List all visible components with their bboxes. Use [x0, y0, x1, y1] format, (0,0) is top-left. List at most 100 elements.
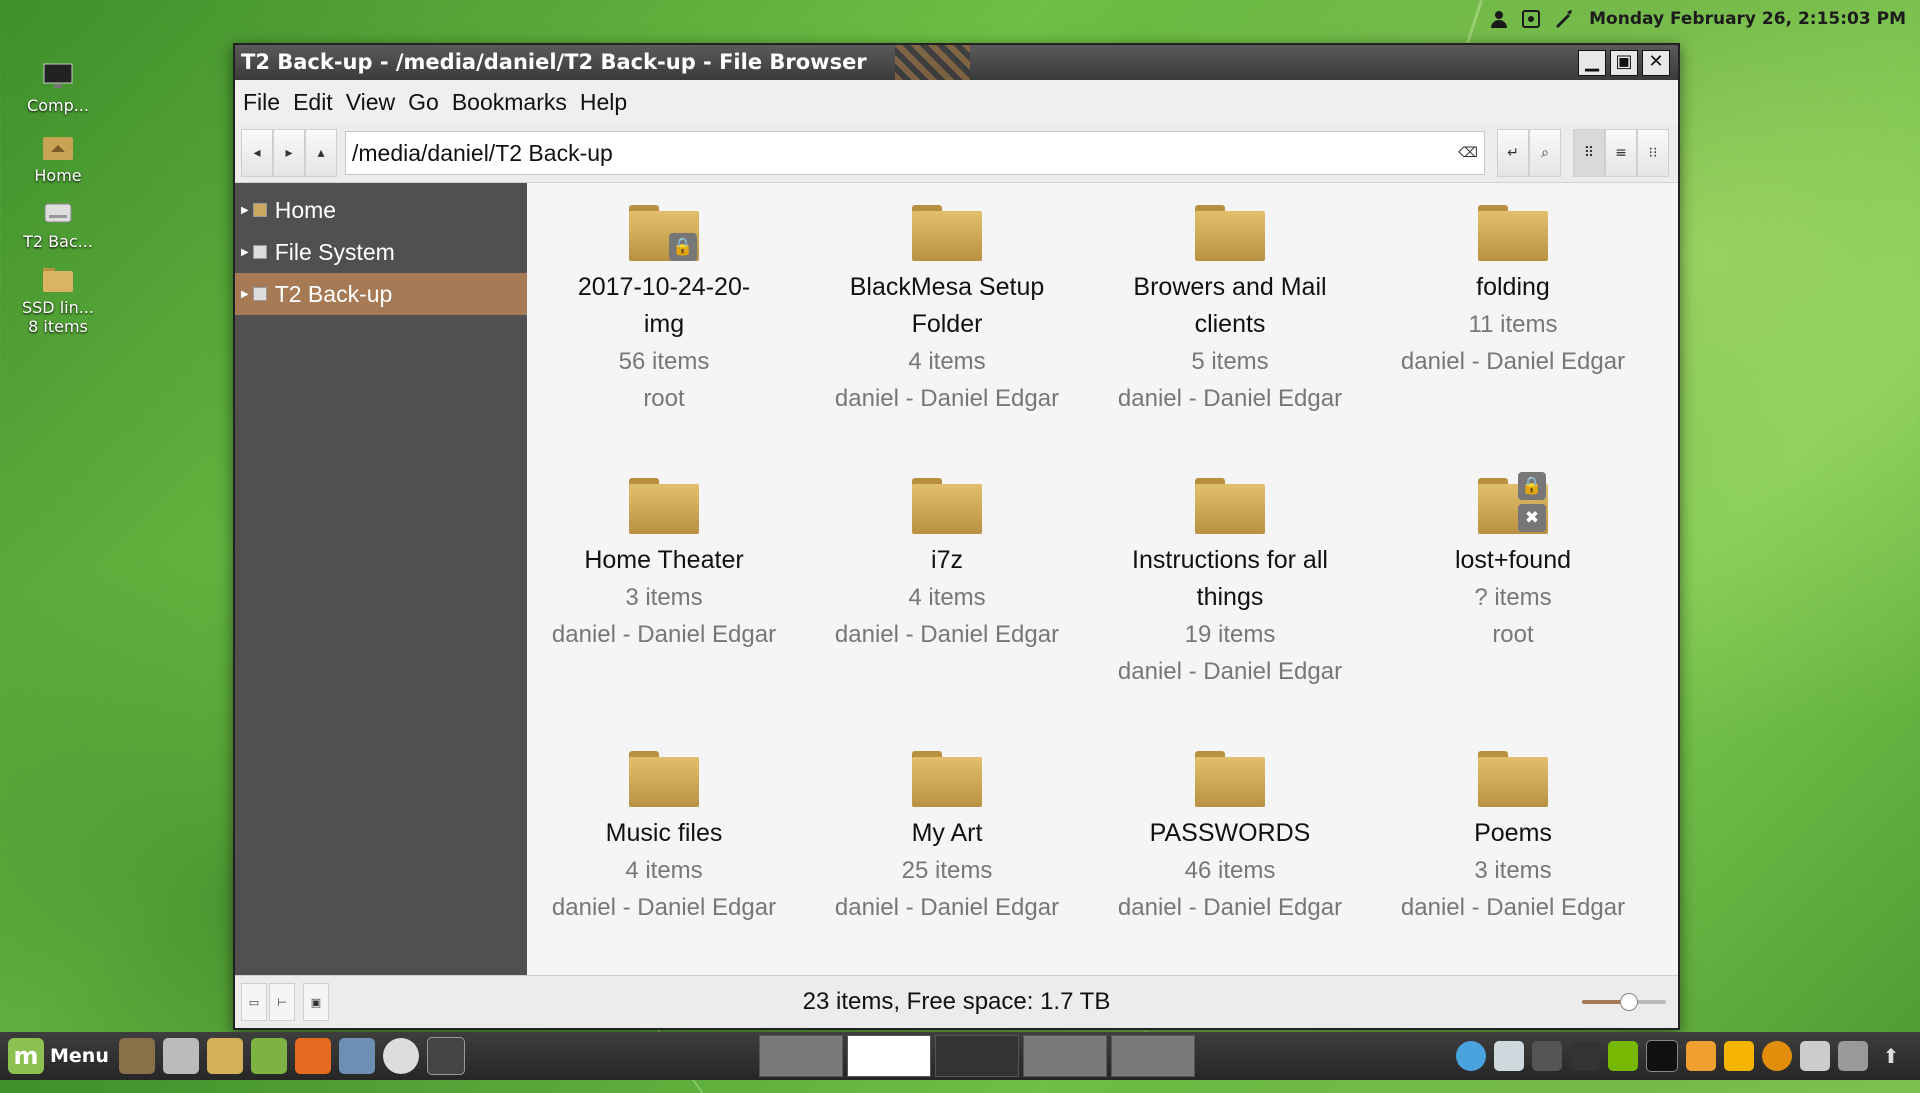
game-icon[interactable]: [426, 1037, 465, 1075]
file-name: Music files: [605, 819, 723, 847]
folder-body: [629, 757, 699, 807]
user-icon[interactable]: [1489, 9, 1509, 29]
folder-body: [1478, 757, 1548, 807]
file-item[interactable]: 🔒 2017-10-24-20- img 56 items root: [544, 205, 784, 417]
disc-icon[interactable]: [382, 1038, 419, 1074]
close-button[interactable]: ✕: [1642, 50, 1670, 76]
file-name: folding: [1476, 273, 1550, 301]
file-item[interactable]: Home Theater 3 items daniel - Daniel Edgar: [544, 478, 784, 653]
workspace-4[interactable]: [1022, 1035, 1107, 1077]
workspace-3[interactable]: [934, 1035, 1019, 1077]
file-item[interactable]: 🔒 ✖ lost+found? items root: [1393, 472, 1633, 653]
settings-gear-icon[interactable]: [1456, 1041, 1486, 1071]
start-menu-button[interactable]: m Menu: [8, 1038, 109, 1074]
file-owner: daniel - Daniel Edgar: [1117, 658, 1343, 685]
menu-edit[interactable]: Edit: [293, 89, 333, 116]
desktop-icon-computer[interactable]: Comp...: [8, 62, 108, 115]
lock-icon: 🔒: [1518, 472, 1546, 500]
bluefish-icon[interactable]: [1686, 1041, 1716, 1071]
file-item-count: 11 items: [1468, 311, 1558, 338]
launcher-icon[interactable]: [1838, 1041, 1868, 1071]
desktop-icon-drive[interactable]: T2 Bac...: [8, 198, 108, 251]
pen-icon[interactable]: [1553, 9, 1573, 29]
expand-arrow-icon[interactable]: ▶: [241, 289, 249, 300]
sidebar-item-home[interactable]: ▶ Home: [235, 189, 527, 231]
app-icon[interactable]: [1724, 1041, 1754, 1071]
arrow-up-icon[interactable]: ⬆: [1876, 1041, 1906, 1071]
folder-icon: 🔒: [629, 205, 699, 261]
mail-icon[interactable]: [338, 1038, 375, 1074]
file-item[interactable]: Instructions for all things 19 items danie…: [1110, 478, 1350, 690]
menu-help[interactable]: Help: [580, 89, 627, 116]
workspace-2[interactable]: [846, 1035, 931, 1077]
file-name: lost+found: [1454, 546, 1572, 574]
files-icon[interactable]: [206, 1038, 243, 1074]
system-tray: ⬆: [1448, 1040, 1906, 1072]
location-bar[interactable]: /media/daniel/T2 Back-up ⌫: [345, 131, 1485, 175]
file-owner: daniel - Daniel Edgar: [834, 385, 1060, 412]
desktop-icon-home[interactable]: Home: [8, 132, 108, 185]
desktop-icon-label: Home: [34, 166, 82, 185]
minimize-button[interactable]: ▁: [1578, 50, 1606, 76]
file-item[interactable]: Browers and Mail clients 5 items daniel - …: [1110, 205, 1350, 417]
screenshot-icon[interactable]: [1521, 9, 1541, 29]
file-item[interactable]: Poems 3 items daniel - Daniel Edgar: [1393, 751, 1633, 926]
nvidia-icon[interactable]: [1608, 1041, 1638, 1071]
menu-view[interactable]: View: [346, 89, 395, 116]
folder-icon: [629, 751, 699, 807]
compact-view-button[interactable]: ⁝⁝: [1637, 129, 1669, 177]
go-button[interactable]: ↵: [1497, 129, 1529, 177]
file-item[interactable]: i7z 4 items daniel - Daniel Edgar: [827, 478, 1067, 653]
folder-icon: [912, 751, 982, 807]
file-item-count: 56 items: [618, 348, 710, 375]
menu-bar: File Edit View Go Bookmarks Help: [235, 80, 1678, 124]
file-item[interactable]: folding 11 items daniel - Daniel Edgar: [1393, 205, 1633, 380]
file-item[interactable]: My Art 25 items daniel - Daniel Edgar: [827, 751, 1067, 926]
expand-arrow-icon[interactable]: ▶: [241, 247, 249, 258]
music-note-icon[interactable]: [1570, 1041, 1600, 1071]
forward-button[interactable]: ▸: [273, 129, 305, 177]
terminal-icon[interactable]: [1646, 1040, 1678, 1072]
file-owner: daniel - Daniel Edgar: [1117, 385, 1343, 412]
icon-view-button[interactable]: ⠿: [1573, 129, 1605, 177]
sidebar-item-file-system[interactable]: ▶ File System: [235, 231, 527, 273]
chrome-icon[interactable]: [1800, 1041, 1830, 1071]
camera-icon[interactable]: [162, 1038, 199, 1074]
show-desktop-icon[interactable]: [118, 1038, 155, 1074]
half-life-icon[interactable]: [1762, 1041, 1792, 1071]
shield-icon[interactable]: [1494, 1041, 1524, 1071]
file-item[interactable]: Music files 4 items daniel - Daniel Edgar: [544, 751, 784, 926]
file-name: Instructions for all things: [1132, 546, 1328, 611]
sidebar-item-label: T2 Back-up: [274, 280, 393, 307]
desktop-icon-folder[interactable]: SSD lin... 8 items: [8, 264, 108, 336]
workspace-5[interactable]: [1110, 1035, 1195, 1077]
file-grid: 🔒 2017-10-24-20- img 56 items root BlackMesa…: [527, 183, 1678, 976]
status-text: 23 items, Free space: 1.7 TB: [802, 988, 1111, 1015]
grid-icon: ⠿: [1583, 145, 1595, 161]
file-owner: daniel - Daniel Edgar: [1400, 894, 1626, 921]
maximize-button[interactable]: ▣: [1610, 50, 1638, 76]
sidebar-item-t2-backup[interactable]: ▶ T2 Back-up: [235, 273, 527, 315]
clear-location-icon[interactable]: ⌫: [1458, 145, 1478, 161]
clock[interactable]: Monday February 26, 2:15:03 PM: [1589, 9, 1906, 29]
folder-body: [1195, 484, 1265, 534]
expand-arrow-icon[interactable]: ▶: [241, 205, 249, 216]
chat-icon[interactable]: [1532, 1041, 1562, 1071]
desktop-icon-label: T2 Bac...: [23, 232, 93, 251]
firefox-icon[interactable]: [294, 1038, 331, 1074]
search-button[interactable]: ⌕: [1529, 129, 1561, 177]
info-icon[interactable]: [250, 1038, 287, 1074]
folder-icon: [1195, 751, 1265, 807]
zoom-slider[interactable]: [1582, 993, 1666, 1011]
back-button[interactable]: ◂: [241, 129, 273, 177]
workspace-1[interactable]: [758, 1035, 843, 1077]
menu-bookmarks[interactable]: Bookmarks: [452, 89, 567, 116]
up-button[interactable]: ▴: [305, 129, 337, 177]
list-view-button[interactable]: ≡: [1605, 129, 1637, 177]
file-item[interactable]: BlackMesa Setup Folder 4 items daniel - Da…: [827, 205, 1067, 417]
folder-body: [912, 211, 982, 261]
title-bar[interactable]: T2 Back-up - /media/daniel/T2 Back-up - …: [235, 45, 1678, 80]
file-item[interactable]: PASSWORDS 46 items daniel - Daniel Edgar: [1110, 751, 1350, 926]
menu-go[interactable]: Go: [408, 89, 439, 116]
menu-file[interactable]: File: [243, 89, 280, 116]
